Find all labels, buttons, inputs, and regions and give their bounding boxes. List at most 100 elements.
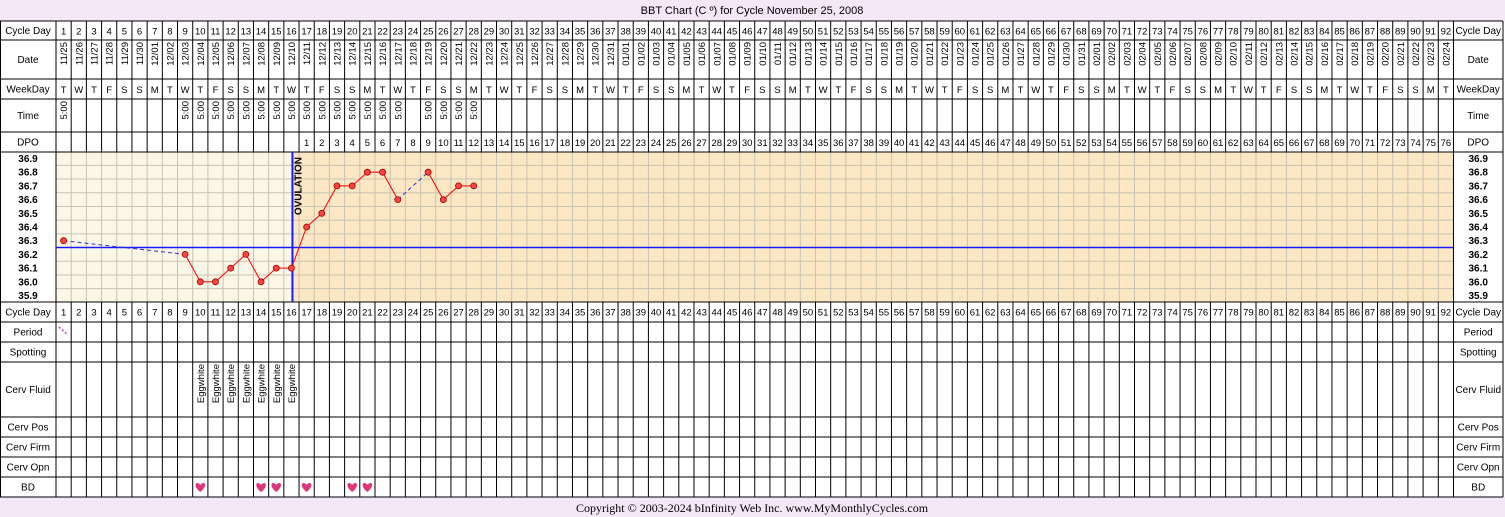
date-label: 01/23 <box>955 42 966 66</box>
weekday-label: M <box>151 85 159 96</box>
cycle-day-number: 85 <box>1334 308 1345 319</box>
dpo-number: 71 <box>1365 138 1376 149</box>
cycle-day-number: 61 <box>970 27 981 38</box>
cycle-day-number: 63 <box>1000 308 1011 319</box>
weekday-label: W <box>181 85 190 96</box>
dpo-number: 22 <box>620 138 631 149</box>
y-tick-right: 36.4 <box>1469 223 1489 234</box>
weekday-label: S <box>1291 85 1297 96</box>
date-label: 12/08 <box>257 42 268 66</box>
cycle-day-number: 85 <box>1334 27 1345 38</box>
temp-point <box>242 250 250 258</box>
cycle-day-number: 21 <box>362 308 373 319</box>
weekday-label: F <box>425 85 431 96</box>
weekday-label: W <box>925 85 934 96</box>
cycle-day-number: 14 <box>256 308 267 319</box>
cycle-day-number: 77 <box>1213 27 1224 38</box>
cycle-day-number: 38 <box>620 27 631 38</box>
date-label: 02/15 <box>1305 42 1316 66</box>
cycle-day-number: 19 <box>332 308 343 319</box>
y-tick-right: 36.1 <box>1469 264 1489 275</box>
weekday-label: M <box>1427 85 1435 96</box>
dpo-number: 60 <box>1198 138 1209 149</box>
date-label: 01/16 <box>849 42 860 66</box>
weekday-label: S <box>972 85 978 96</box>
row-label-cerv_firm-left: Cerv Firm <box>6 443 50 454</box>
dpo-number: 54 <box>1106 138 1117 149</box>
weekday-label: T <box>1048 85 1054 96</box>
date-label: 12/23 <box>484 42 495 66</box>
weekday-label: W <box>74 85 83 96</box>
cycle-day-number: 51 <box>818 27 829 38</box>
weekday-label: T <box>380 85 386 96</box>
date-label: 01/13 <box>803 42 814 66</box>
date-label: 12/03 <box>181 42 192 66</box>
cycle-day-number: 27 <box>453 308 464 319</box>
temp-point <box>181 250 189 258</box>
dpo-number: 57 <box>1152 138 1163 149</box>
weekday-label: T <box>1230 85 1236 96</box>
weekday-label: M <box>1108 85 1116 96</box>
date-label: 01/03 <box>652 42 663 66</box>
weekday-label: S <box>1093 85 1099 96</box>
cycle-day-number: 8 <box>167 308 172 319</box>
cycle-day-number: 64 <box>1015 308 1026 319</box>
cycle-day-number: 35 <box>575 308 586 319</box>
weekday-label: S <box>1306 85 1312 96</box>
cycle-day-number: 49 <box>787 27 798 38</box>
weekday-label: T <box>1367 85 1373 96</box>
dpo-number: 41 <box>909 138 920 149</box>
y-tick-right: 36.2 <box>1469 250 1489 261</box>
cycle-day-number: 92 <box>1441 308 1452 319</box>
dpo-number: 48 <box>1015 138 1026 149</box>
cycle-day-number: 72 <box>1137 27 1148 38</box>
cerv-fluid-label: Eggwhite <box>287 364 298 403</box>
time-label: 5:00 <box>424 101 435 120</box>
cycle-day-number: 60 <box>955 308 966 319</box>
cycle-day-number: 7 <box>152 308 157 319</box>
cycle-day-number: 29 <box>484 308 495 319</box>
dpo-number: 15 <box>514 138 525 149</box>
cycle-day-number: 1 <box>61 308 66 319</box>
weekday-label: W <box>500 85 509 96</box>
cycle-day-number: 79 <box>1243 308 1254 319</box>
cycle-day-number: 15 <box>271 27 282 38</box>
cycle-day-number: 54 <box>863 27 874 38</box>
weekday-label: F <box>1276 85 1282 96</box>
cycle-day-number: 18 <box>317 308 328 319</box>
cycle-day-number: 4 <box>107 27 112 38</box>
weekday-label: S <box>668 85 674 96</box>
cycle-day-number: 55 <box>879 308 890 319</box>
row-label-time-left: Time <box>17 111 39 122</box>
weekday-label: W <box>1244 85 1253 96</box>
time-label: 5:00 <box>287 101 298 120</box>
row-label-cerv_pos-right: Cerv Pos <box>1458 423 1499 434</box>
date-label: 02/22 <box>1411 42 1422 66</box>
date-label: 01/08 <box>727 42 738 66</box>
cycle-day-number: 62 <box>985 27 996 38</box>
cycle-day-number: 11 <box>211 27 221 38</box>
row-label-dpo-left: DPO <box>17 138 39 149</box>
dpo-number: 17 <box>544 138 555 149</box>
cycle-day-number: 30 <box>499 308 510 319</box>
weekday-label: T <box>1018 85 1024 96</box>
dpo-number: 28 <box>711 138 722 149</box>
date-label: 12/13 <box>333 42 344 66</box>
cycle-day-number: 70 <box>1106 308 1117 319</box>
cycle-day-number: 9 <box>182 308 187 319</box>
date-label: 11/29 <box>120 42 131 65</box>
weekday-label: T <box>61 85 67 96</box>
dpo-number: 69 <box>1334 138 1345 149</box>
cycle-day-number: 21 <box>362 27 373 38</box>
temp-point <box>272 264 280 272</box>
cycle-day-number: 66 <box>1046 27 1057 38</box>
row-label-bd-left: BD <box>21 483 35 494</box>
dpo-number: 75 <box>1425 138 1436 149</box>
cycle-day-number: 91 <box>1425 308 1436 319</box>
cycle-day-number: 62 <box>985 308 996 319</box>
weekday-label: F <box>957 85 963 96</box>
cycle-day-number: 50 <box>803 308 814 319</box>
date-label: 12/24 <box>500 42 511 66</box>
temp-point <box>196 278 204 286</box>
weekday-label: T <box>699 85 705 96</box>
